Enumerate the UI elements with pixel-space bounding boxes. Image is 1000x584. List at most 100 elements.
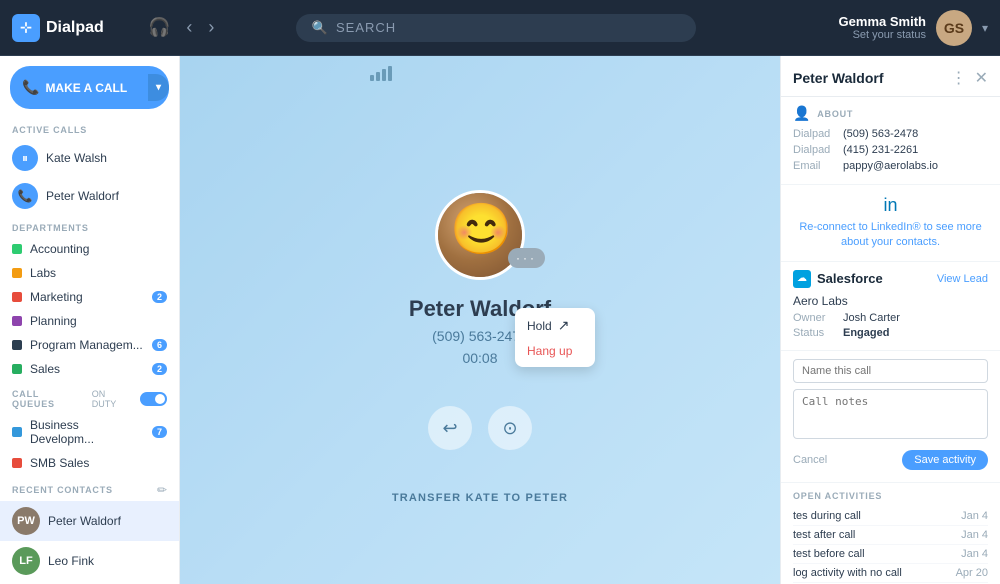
queue-smb-sales[interactable]: SMB Sales: [0, 451, 179, 475]
activity-row[interactable]: log activity with no call Apr 20: [793, 564, 988, 583]
dept-color-dot: [12, 292, 22, 302]
queue-badge: 7: [152, 426, 167, 438]
call-log-section: Cancel Save activity: [781, 351, 1000, 483]
dept-sales[interactable]: Sales 2: [0, 357, 179, 381]
activity-name: tes during call: [793, 510, 861, 522]
transfer-banner[interactable]: TRANSFER KATE TO PETER: [392, 492, 568, 504]
activity-row[interactable]: test before call Jan 4: [793, 545, 988, 564]
dept-name: Planning: [30, 314, 77, 328]
sf-status-value: Engaged: [843, 327, 889, 339]
hold-icon: ↗: [558, 317, 570, 334]
cancel-button[interactable]: Cancel: [793, 454, 827, 466]
contact-avatar: PW: [12, 507, 40, 535]
dept-name: Sales: [30, 362, 60, 376]
salesforce-company: Aero Labs: [793, 294, 988, 308]
avatar[interactable]: GS: [936, 10, 972, 46]
dept-accounting[interactable]: Accounting: [0, 237, 179, 261]
contact-peter-waldorf[interactable]: PW Peter Waldorf: [0, 501, 179, 541]
active-call-kate[interactable]: ⏸ Kate Walsh: [0, 139, 179, 177]
chevron-down-icon[interactable]: ▾: [148, 74, 169, 101]
contact-type: Dialpad: [793, 144, 835, 156]
dept-program-management[interactable]: Program Managem... 6: [0, 333, 179, 357]
logo-area: ⊹ Dialpad: [12, 14, 132, 42]
call-notes-input[interactable]: [793, 389, 988, 439]
active-call-peter[interactable]: 📞 Peter Waldorf: [0, 177, 179, 215]
user-area: Gemma Smith Set your status GS ▾: [839, 10, 988, 46]
edit-icon[interactable]: ✏: [157, 483, 167, 497]
recent-contacts-header: RECENT CONTACTS ✏: [0, 475, 179, 501]
dept-color-dot: [12, 340, 22, 350]
more-options-button[interactable]: ···: [508, 248, 545, 268]
dept-planning[interactable]: Planning: [0, 309, 179, 333]
save-activity-button[interactable]: Save activity: [902, 450, 988, 470]
close-icon[interactable]: ✕: [975, 68, 988, 88]
contact-type: Email: [793, 160, 835, 172]
about-label: 👤 ABOUT: [793, 105, 988, 122]
headset-icon[interactable]: 🎧: [144, 13, 174, 42]
make-call-label: MAKE A CALL: [45, 81, 127, 95]
phone-icon: 📞: [22, 79, 39, 96]
name-this-call-input[interactable]: [793, 359, 988, 383]
linkedin-reconnect-text[interactable]: Re-connect to LinkedIn® to see more abou…: [793, 220, 988, 251]
contact-value: (415) 231-2261: [843, 144, 918, 156]
hold-option[interactable]: Hold ↗: [515, 312, 595, 339]
contact-dialpad-2: Dialpad (415) 231-2261: [793, 144, 988, 156]
call-options-menu: Hold ↗ Hang up: [515, 308, 595, 367]
right-panel: Peter Waldorf ⋮ ✕ 👤 ABOUT Dialpad (509) …: [780, 56, 1000, 584]
chevron-down-icon[interactable]: ▾: [982, 21, 988, 35]
about-section: 👤 ABOUT Dialpad (509) 563-2478 Dialpad (…: [781, 97, 1000, 185]
contact-type: Dialpad: [793, 128, 835, 140]
logo-text: Dialpad: [46, 19, 104, 37]
forward-icon[interactable]: ›: [204, 13, 218, 42]
contact-leo-fink[interactable]: LF Leo Fink: [0, 541, 179, 581]
activity-name: test after call: [793, 529, 855, 541]
transfer-call-button[interactable]: ↩: [428, 406, 472, 450]
on-duty-toggle[interactable]: [140, 392, 167, 406]
dept-badge: 2: [152, 291, 167, 303]
call-options-trigger: ··· Hold ↗ Hang up: [508, 248, 545, 272]
phone-active-icon: 📞: [12, 183, 38, 209]
back-icon[interactable]: ‹: [182, 13, 196, 42]
activity-row[interactable]: test after call Jan 4: [793, 526, 988, 545]
activity-date: Jan 4: [961, 510, 988, 522]
dept-badge: 6: [152, 339, 167, 351]
hold-label: Hold: [527, 319, 552, 333]
call-queues-label: CALL QUEUES: [12, 389, 84, 409]
topbar: ⊹ Dialpad 🎧 ‹ › 🔍 SEARCH Gemma Smith Set…: [0, 0, 1000, 56]
activity-name: log activity with no call: [793, 567, 902, 579]
recent-contacts-label: RECENT CONTACTS: [12, 485, 113, 495]
avatar-initials: GS: [944, 20, 964, 36]
dept-labs[interactable]: Labs: [0, 261, 179, 285]
contact-name: Peter Waldorf: [48, 514, 121, 528]
signal-bars: [370, 66, 392, 81]
salesforce-icon: ☁: [793, 270, 811, 288]
search-icon: 🔍: [312, 20, 328, 36]
dept-badge: 2: [152, 363, 167, 375]
active-call-name: Kate Walsh: [46, 151, 107, 165]
hang-up-option[interactable]: Hang up: [515, 339, 595, 363]
dept-color-dot: [12, 244, 22, 254]
search-bar[interactable]: 🔍 SEARCH: [296, 14, 696, 42]
more-options-icon[interactable]: ⋮: [951, 68, 967, 88]
sf-owner-label: Owner: [793, 312, 835, 324]
contact-value: pappy@aerolabs.io: [843, 160, 938, 172]
dialpad-logo-icon: ⊹: [12, 14, 40, 42]
dept-color-dot: [12, 364, 22, 374]
sidebar: 📞 MAKE A CALL ▾ ACTIVE CALLS ⏸ Kate Wals…: [0, 56, 180, 584]
dept-name: Marketing: [30, 290, 83, 304]
contact-dialpad-1: Dialpad (509) 563-2478: [793, 128, 988, 140]
contact-value: (509) 563-2478: [843, 128, 918, 140]
voicemail-button[interactable]: ⊙: [488, 406, 532, 450]
dept-marketing[interactable]: Marketing 2: [0, 285, 179, 309]
activity-date: Jan 4: [961, 529, 988, 541]
signal-bar: [382, 69, 386, 81]
dept-name: Labs: [30, 266, 56, 280]
queue-biz-dev[interactable]: Business Developm... 7: [0, 413, 179, 451]
make-call-button[interactable]: 📞 MAKE A CALL ▾: [10, 66, 169, 109]
open-activities-label: OPEN ACTIVITIES: [793, 491, 988, 501]
activity-row[interactable]: tes during call Jan 4: [793, 507, 988, 526]
main-layout: 📞 MAKE A CALL ▾ ACTIVE CALLS ⏸ Kate Wals…: [0, 56, 1000, 584]
activity-date: Apr 20: [956, 567, 988, 579]
hang-up-label: Hang up: [527, 344, 572, 358]
view-lead-link[interactable]: View Lead: [937, 273, 988, 285]
